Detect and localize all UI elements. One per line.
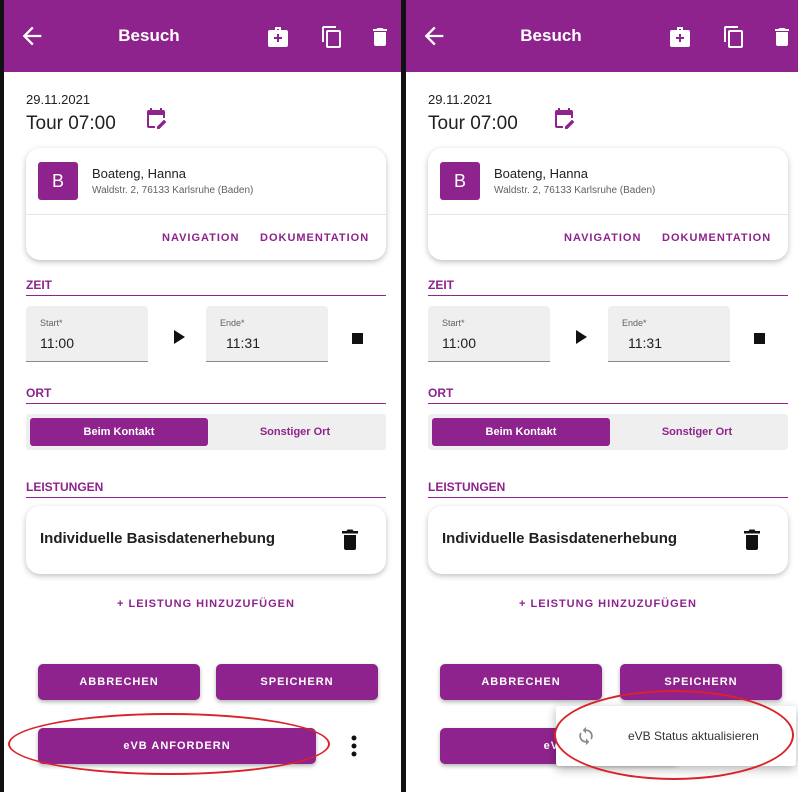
service-name: Individuelle Basisdatenerhebung: [40, 530, 276, 547]
save-button[interactable]: SPEICHERN: [216, 664, 378, 700]
section-leistungen: LEISTUNGEN: [428, 480, 788, 498]
location-toggle: Beim Kontakt Sonstiger Ort: [428, 414, 788, 450]
end-time-label: Ende*: [220, 318, 245, 328]
play-icon[interactable]: [172, 330, 186, 344]
start-time-field[interactable]: Start* 11:00: [428, 306, 550, 362]
visit-tour: Tour 07:00: [26, 113, 116, 134]
page-title: Besuch: [520, 26, 582, 45]
visit-date: 29.11.2021: [26, 92, 91, 107]
screen-right: Besuch 29.11.2021 Tour 07:00 B Boateng, …: [406, 0, 798, 792]
start-time-label: Start*: [442, 318, 465, 328]
app-bar: Besuch: [406, 0, 798, 72]
trash-icon[interactable]: [744, 528, 760, 550]
patient-address: Waldstr. 2, 76133 Karlsruhe (Baden): [494, 185, 656, 196]
option-sonstiger-ort[interactable]: Sonstiger Ort: [208, 418, 382, 446]
start-time-value: 11:00: [40, 335, 74, 351]
visit-tour: Tour 07:00: [428, 113, 518, 134]
end-time-value: 11:31: [628, 335, 662, 351]
avatar: B: [440, 162, 480, 200]
stop-icon[interactable]: [754, 333, 765, 344]
patient-name: Boateng, Hanna: [494, 166, 588, 181]
patient-card: B Boateng, Hanna Waldstr. 2, 76133 Karls…: [26, 148, 386, 260]
more-vert-icon[interactable]: [351, 735, 357, 757]
service-card: Individuelle Basisdatenerhebung: [26, 506, 386, 574]
location-toggle: Beim Kontakt Sonstiger Ort: [26, 414, 386, 450]
option-sonstiger-ort[interactable]: Sonstiger Ort: [610, 418, 784, 446]
dokumentation-button[interactable]: DOKUMENTATION: [662, 232, 771, 244]
trash-icon[interactable]: [770, 24, 794, 50]
medical-bag-icon[interactable]: [668, 24, 692, 50]
highlight-oval: [8, 713, 330, 775]
medical-bag-icon[interactable]: [266, 24, 290, 50]
option-beim-kontakt[interactable]: Beim Kontakt: [30, 418, 208, 446]
add-service-button[interactable]: + LEISTUNG HINZUZUFÜGEN: [428, 598, 788, 610]
app-bar: Besuch: [4, 0, 401, 72]
copy-icon[interactable]: [320, 24, 344, 50]
section-zeit: ZEIT: [428, 278, 788, 296]
visit-date: 29.11.2021: [428, 92, 493, 107]
service-card: Individuelle Basisdatenerhebung: [428, 506, 788, 574]
add-service-button[interactable]: + LEISTUNG HINZUZUFÜGEN: [26, 598, 386, 610]
dokumentation-button[interactable]: DOKUMENTATION: [260, 232, 369, 244]
start-time-label: Start*: [40, 318, 63, 328]
trash-icon[interactable]: [368, 24, 392, 50]
highlight-oval: [554, 690, 794, 780]
navigation-button[interactable]: NAVIGATION: [564, 232, 641, 244]
option-beim-kontakt[interactable]: Beim Kontakt: [432, 418, 610, 446]
screen-left: Besuch 29.11.2021 Tour 07:00 B Boateng, …: [4, 0, 401, 792]
service-name: Individuelle Basisdatenerhebung: [442, 530, 678, 547]
stop-icon[interactable]: [352, 333, 363, 344]
patient-address: Waldstr. 2, 76133 Karlsruhe (Baden): [92, 185, 254, 196]
end-time-field[interactable]: Ende* 11:31: [206, 306, 328, 362]
section-ort: ORT: [428, 386, 788, 404]
trash-icon[interactable]: [342, 528, 358, 550]
cancel-button[interactable]: ABBRECHEN: [440, 664, 602, 700]
calendar-edit-icon[interactable]: [144, 107, 168, 131]
play-icon[interactable]: [574, 330, 588, 344]
navigation-button[interactable]: NAVIGATION: [162, 232, 239, 244]
calendar-edit-icon[interactable]: [552, 107, 576, 131]
section-ort: ORT: [26, 386, 386, 404]
avatar: B: [38, 162, 78, 200]
patient-card: B Boateng, Hanna Waldstr. 2, 76133 Karls…: [428, 148, 788, 260]
section-leistungen: LEISTUNGEN: [26, 480, 386, 498]
end-time-value: 11:31: [226, 335, 260, 351]
card-divider: [26, 214, 386, 215]
start-time-value: 11:00: [442, 335, 476, 351]
section-zeit: ZEIT: [26, 278, 386, 296]
start-time-field[interactable]: Start* 11:00: [26, 306, 148, 362]
copy-icon[interactable]: [722, 24, 746, 50]
page-title: Besuch: [118, 26, 180, 45]
end-time-label: Ende*: [622, 318, 647, 328]
cancel-button[interactable]: ABBRECHEN: [38, 664, 200, 700]
card-divider: [428, 214, 788, 215]
end-time-field[interactable]: Ende* 11:31: [608, 306, 730, 362]
patient-name: Boateng, Hanna: [92, 166, 186, 181]
